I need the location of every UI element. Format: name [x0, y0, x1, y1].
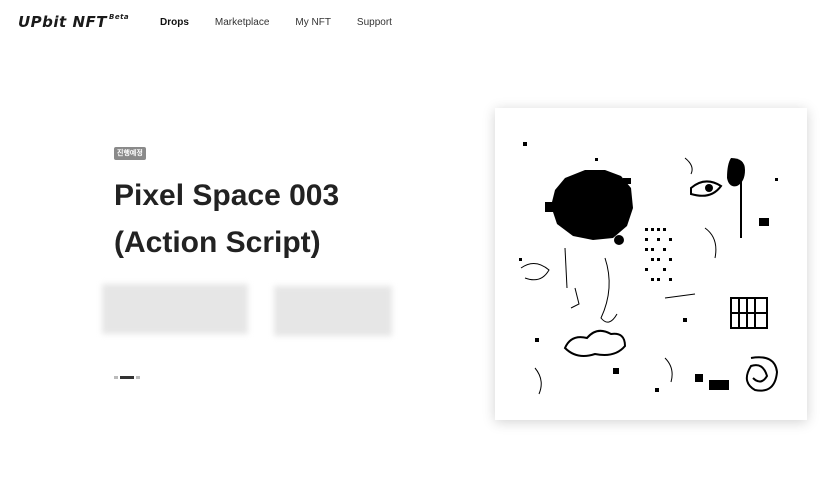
drop-title-line-2: (Action Script)	[114, 226, 321, 259]
pixel-space-artwork-image	[505, 118, 797, 410]
nav-drops[interactable]: Drops	[160, 16, 189, 30]
nav-my-nft[interactable]: My NFT	[295, 16, 331, 30]
drop-title: Pixel Space 003 (Action Script)	[114, 172, 444, 266]
blurred-info-block-right	[274, 286, 392, 336]
carousel-dot-3[interactable]	[136, 376, 140, 379]
drop-page: UPbit NFT Beta Drops Marketplace My NFT …	[0, 0, 822, 480]
carousel-pagination	[114, 376, 142, 379]
nav-support[interactable]: Support	[357, 16, 392, 30]
main-nav: Drops Marketplace My NFT Support	[160, 16, 418, 30]
top-navigation-bar: UPbit NFT Beta Drops Marketplace My NFT …	[0, 0, 822, 46]
status-badge: 진행예정	[114, 147, 146, 160]
blurred-info-block-left	[102, 284, 248, 334]
carousel-dot-2[interactable]	[120, 376, 134, 379]
nav-marketplace[interactable]: Marketplace	[215, 16, 269, 30]
logo-beta-label: Beta	[108, 13, 130, 21]
drop-title-line-1: Pixel Space 003	[114, 179, 340, 212]
carousel-dot-1[interactable]	[114, 376, 118, 379]
upbit-nft-logo[interactable]: UPbit NFT Beta	[18, 12, 129, 32]
artwork-card[interactable]	[495, 108, 807, 420]
logo-text: UPbit NFT	[18, 13, 107, 31]
